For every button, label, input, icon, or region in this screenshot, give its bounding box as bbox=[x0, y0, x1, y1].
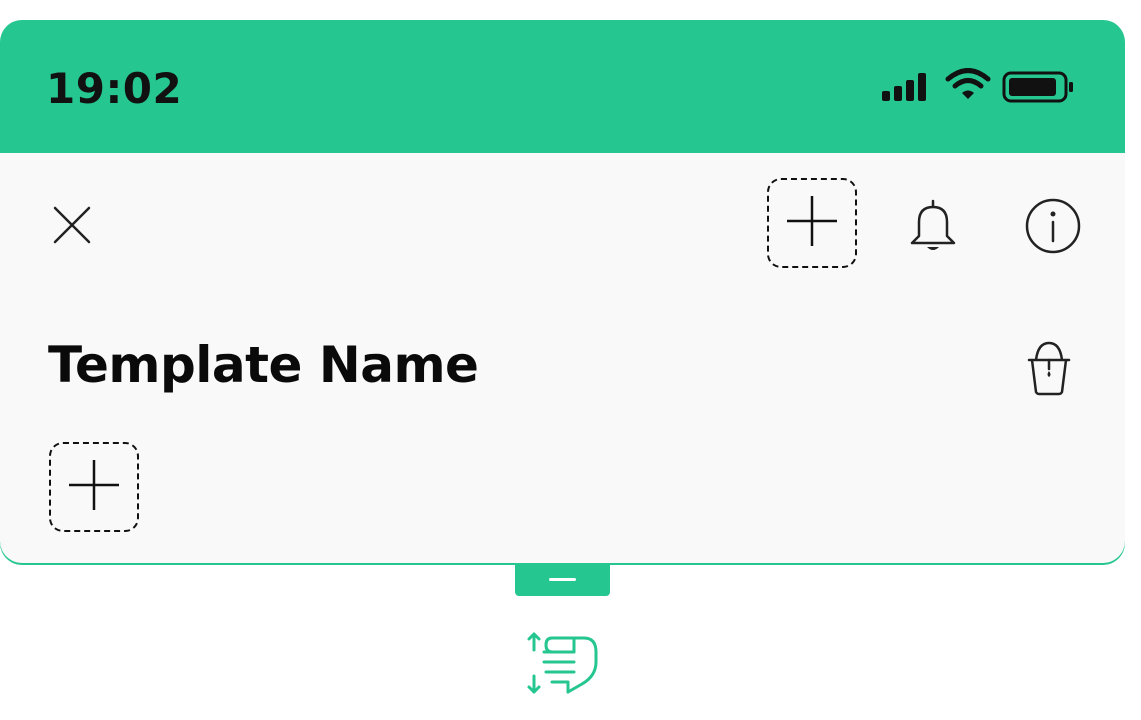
add-toolbar-item-button[interactable] bbox=[767, 178, 857, 268]
info-icon bbox=[1024, 198, 1082, 259]
close-icon bbox=[50, 203, 94, 251]
signal-icon bbox=[881, 72, 931, 106]
notifications-button[interactable] bbox=[906, 198, 960, 258]
close-button[interactable] bbox=[48, 203, 96, 251]
app-screen: 19:02 Template Name bbox=[0, 20, 1125, 563]
paint-bucket-icon bbox=[1026, 341, 1072, 400]
fill-color-button[interactable] bbox=[1026, 340, 1072, 400]
swipe-vertical-gesture-icon bbox=[520, 628, 600, 702]
bell-icon bbox=[906, 199, 960, 258]
status-time: 19:02 bbox=[46, 64, 183, 113]
drag-handle-tab[interactable] bbox=[515, 563, 610, 596]
template-name-title[interactable]: Template Name bbox=[48, 336, 479, 394]
add-icon bbox=[785, 194, 839, 252]
status-bar: 19:02 bbox=[0, 20, 1125, 153]
minus-icon bbox=[549, 578, 576, 581]
info-button[interactable] bbox=[1024, 197, 1082, 259]
add-icon bbox=[67, 458, 121, 516]
add-content-button[interactable] bbox=[49, 442, 139, 532]
battery-icon bbox=[1002, 71, 1076, 107]
wifi-icon bbox=[945, 68, 991, 106]
